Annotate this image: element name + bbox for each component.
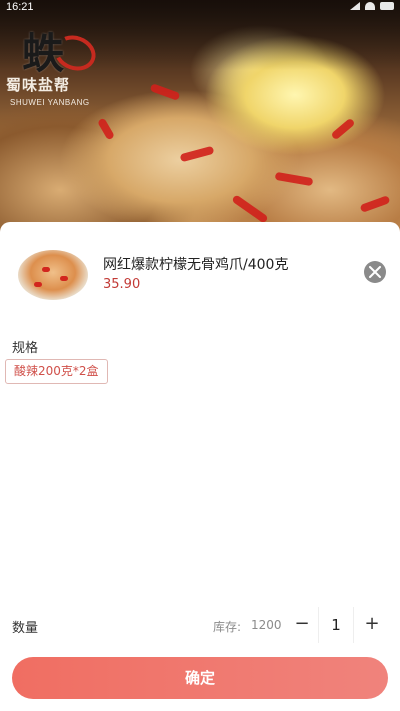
stock-value: 1200 <box>251 618 282 632</box>
wifi-icon <box>365 2 375 10</box>
spec-option[interactable]: 酸辣200克*2盒 <box>5 359 108 384</box>
quantity-stepper: − 1 + <box>286 607 388 643</box>
product-title: 网红爆款柠檬无骨鸡爪/400克 <box>103 257 289 273</box>
status-icons <box>350 2 394 10</box>
spec-label: 规格 <box>12 341 39 356</box>
close-button[interactable] <box>364 261 386 283</box>
increase-button[interactable]: + <box>356 607 388 643</box>
close-icon <box>369 266 381 278</box>
confirm-button[interactable]: 确定 <box>12 657 388 699</box>
quantity-value[interactable]: 1 <box>318 607 354 643</box>
stock-label: 库存: <box>213 620 242 634</box>
brand-name: 蜀味盐帮 <box>6 76 71 94</box>
brand-logo: 蛈 蜀味盐帮 SHUWEI YANBANG <box>6 20 106 120</box>
decrease-button[interactable]: − <box>286 607 318 643</box>
product-price: 35.90 <box>103 277 141 292</box>
product-thumbnail <box>12 232 94 314</box>
signal-icon <box>350 2 360 10</box>
status-time: 16:21 <box>6 1 34 13</box>
brand-subtitle: SHUWEI YANBANG <box>10 98 90 107</box>
quantity-label: 数量 <box>12 621 39 636</box>
status-bar: 16:21 <box>0 0 400 14</box>
battery-icon <box>380 2 394 10</box>
sku-selector-sheet: 网红爆款柠檬无骨鸡爪/400克 35.90 规格 酸辣200克*2盒 数量 库存… <box>0 222 400 711</box>
